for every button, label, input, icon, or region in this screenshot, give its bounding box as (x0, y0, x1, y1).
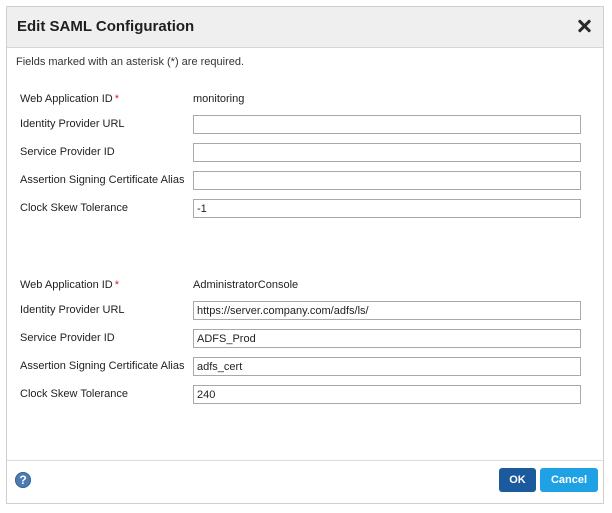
web-app-id-row: Web Application ID * monitoring (7, 90, 603, 110)
idp-url-input[interactable] (193, 115, 581, 134)
idp-url-row: Identity Provider URL (7, 301, 603, 321)
ok-button[interactable]: OK (499, 468, 536, 492)
cert-alias-input[interactable] (193, 357, 581, 376)
sp-id-input[interactable] (193, 329, 581, 348)
required-asterisk: * (114, 279, 120, 291)
web-app-id-row: Web Application ID * AdministratorConsole (7, 276, 603, 296)
idp-url-row: Identity Provider URL (7, 115, 603, 135)
clock-skew-row: Clock Skew Tolerance (7, 199, 603, 219)
cert-alias-row: Assertion Signing Certificate Alias (7, 171, 603, 191)
required-fields-note: Fields marked with an asterisk (*) are r… (16, 56, 245, 68)
sp-id-input[interactable] (193, 143, 581, 162)
clock-skew-input[interactable] (193, 385, 581, 404)
cert-alias-label: Assertion Signing Certificate Alias (20, 360, 185, 372)
saml-config-dialog: Edit SAML Configuration Fields marked wi… (6, 6, 604, 504)
clock-skew-row: Clock Skew Tolerance (7, 385, 603, 405)
sp-id-row: Service Provider ID (7, 143, 603, 163)
sp-id-label: Service Provider ID (20, 332, 115, 344)
dialog-header: Edit SAML Configuration (7, 7, 603, 48)
clock-skew-label: Clock Skew Tolerance (20, 202, 129, 214)
cert-alias-input[interactable] (193, 171, 581, 190)
web-app-id-value: AdministratorConsole (193, 279, 299, 291)
sp-id-row: Service Provider ID (7, 329, 603, 349)
idp-url-input[interactable] (193, 301, 581, 320)
web-app-id-value: monitoring (193, 93, 245, 105)
close-icon[interactable] (575, 17, 593, 35)
web-app-id-label: Web Application ID * (20, 93, 120, 105)
cancel-button[interactable]: Cancel (540, 468, 598, 492)
footer-divider (7, 460, 603, 461)
required-asterisk: * (114, 93, 120, 105)
clock-skew-label: Clock Skew Tolerance (20, 388, 129, 400)
dialog-title: Edit SAML Configuration (17, 18, 195, 35)
sp-id-label: Service Provider ID (20, 146, 115, 158)
cert-alias-row: Assertion Signing Certificate Alias (7, 357, 603, 377)
web-app-id-label: Web Application ID * (20, 279, 120, 291)
idp-url-label: Identity Provider URL (20, 118, 125, 130)
help-icon[interactable]: ? (15, 472, 31, 488)
cert-alias-label: Assertion Signing Certificate Alias (20, 174, 185, 186)
clock-skew-input[interactable] (193, 199, 581, 218)
idp-url-label: Identity Provider URL (20, 304, 125, 316)
